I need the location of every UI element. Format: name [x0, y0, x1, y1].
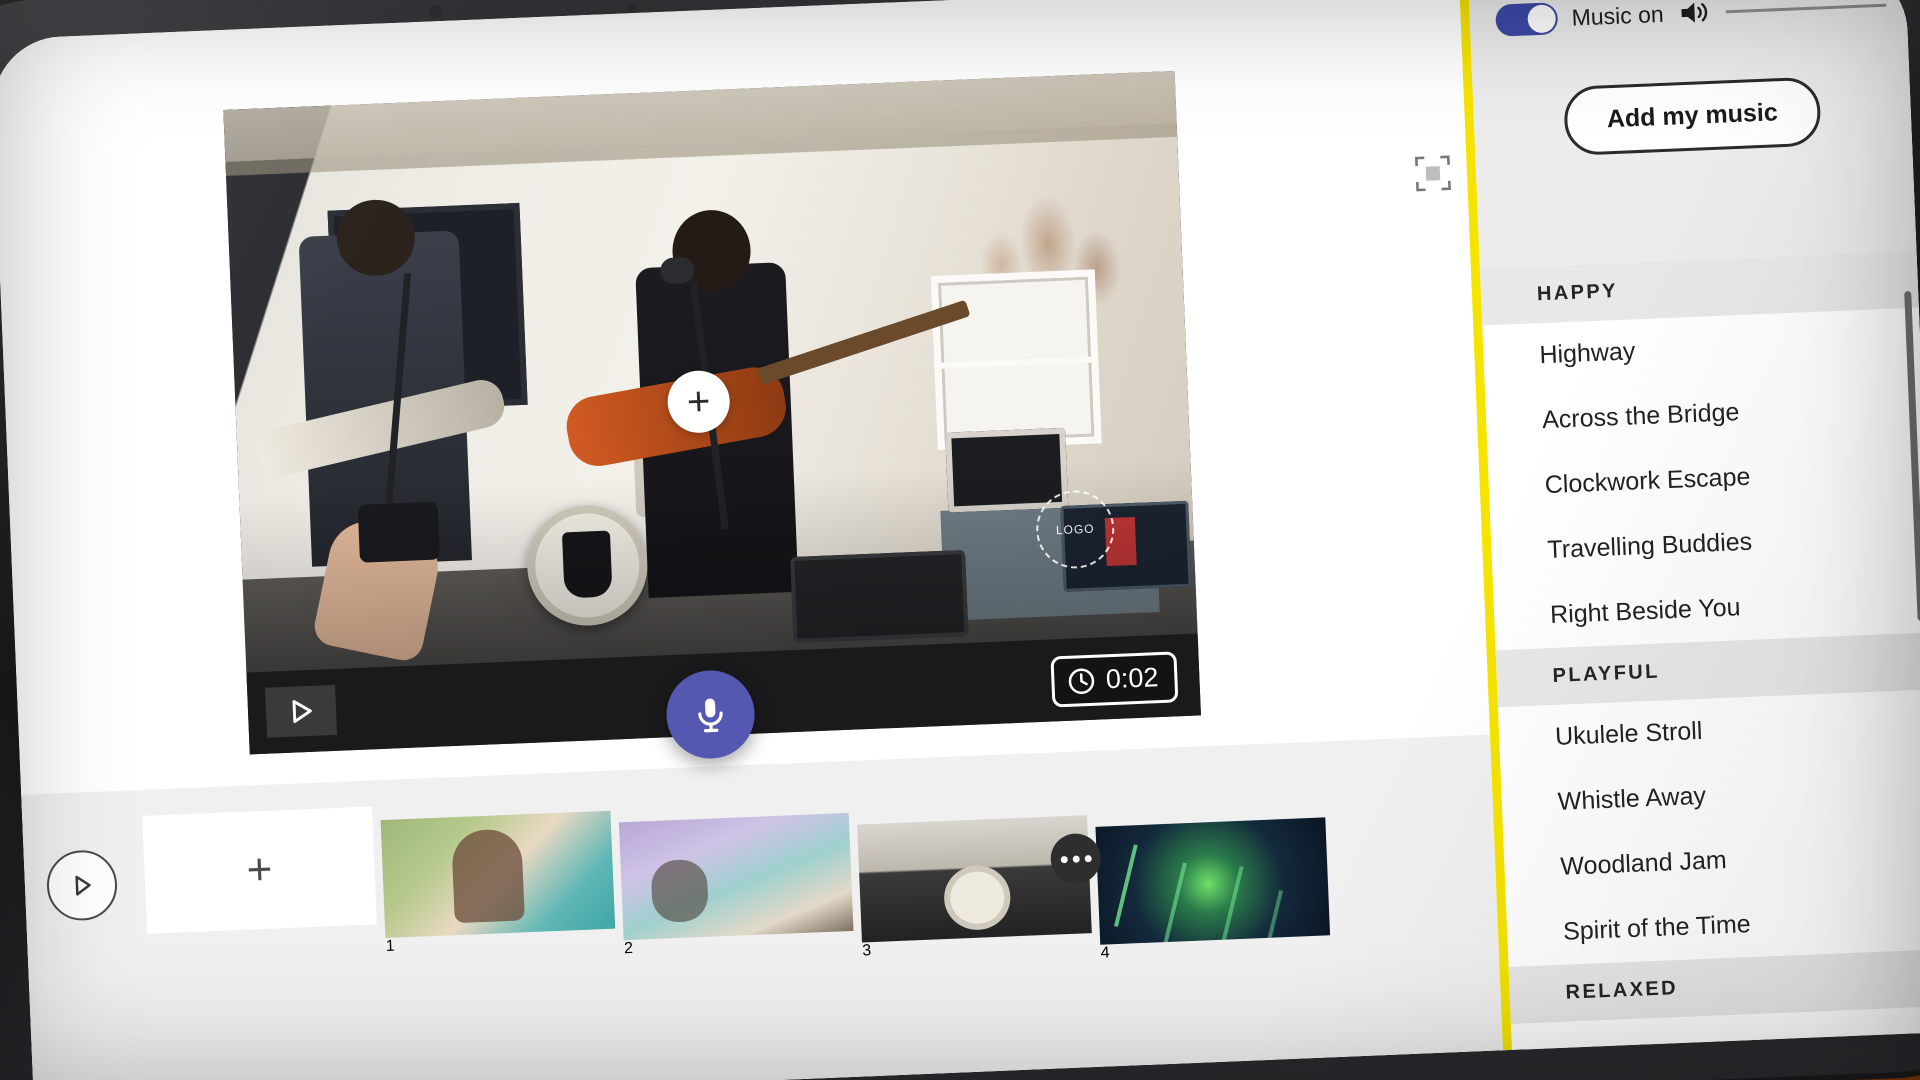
logo-placeholder-label: LOGO	[1055, 521, 1095, 538]
add-clip-tile[interactable]: +	[141, 780, 377, 934]
clip-item[interactable]: 4	[1095, 817, 1331, 962]
phone-mockup: + LOGO 0:02 + 1 2 3 4 Music on Add my mu…	[0, 0, 1920, 1080]
screenshot-root: + LOGO 0:02 + 1 2 3 4 Music on Add my mu…	[0, 0, 1920, 1080]
clip-thumbnail[interactable]	[380, 810, 616, 939]
clip-item[interactable]: 2	[618, 812, 854, 958]
play-icon	[292, 700, 312, 724]
clip-thumbnail[interactable]	[1095, 817, 1331, 945]
music-panel: Music on Add my music HAPPY Highway Acro…	[1459, 0, 1920, 1051]
add-media-label: +	[686, 379, 712, 425]
duration-badge: 0:02	[1050, 651, 1179, 708]
timeline-strip: + 1 2 3 4	[21, 734, 1503, 1080]
add-clip-button[interactable]: +	[142, 806, 377, 934]
video-preview[interactable]: + LOGO 0:02	[223, 70, 1201, 755]
phone-screen: + LOGO 0:02 + 1 2 3 4 Music on Add my mu…	[0, 0, 1920, 1080]
more-dot	[1084, 854, 1092, 862]
clip-thumbnail[interactable]	[857, 815, 1092, 943]
microphone-icon	[698, 698, 723, 733]
add-my-music-label: Add my music	[1606, 98, 1779, 134]
clip-list: + 1 2 3 4	[141, 741, 1339, 1002]
volume-slider[interactable]	[1725, 3, 1887, 13]
clock-icon	[1069, 668, 1095, 694]
clip-number: 2	[623, 939, 634, 958]
more-dot	[1060, 855, 1068, 863]
more-dot	[1072, 855, 1080, 863]
music-toggle-row: Music on	[1495, 0, 1887, 38]
music-panel-header: Music on Add my music	[1467, 0, 1917, 269]
play-icon	[75, 875, 91, 896]
music-on-toggle[interactable]	[1495, 2, 1559, 37]
add-my-music-button[interactable]: Add my music	[1562, 76, 1823, 156]
clip-number: 1	[385, 937, 396, 956]
duration-value: 0:02	[1105, 662, 1159, 695]
phone-body: + LOGO 0:02 + 1 2 3 4 Music on Add my mu…	[0, 0, 1920, 1080]
clip-number: 4	[1100, 944, 1110, 962]
editor-pane: + LOGO 0:02 + 1 2 3 4	[0, 0, 1503, 1080]
crop-icon[interactable]	[1414, 155, 1451, 192]
timeline-play-button[interactable]	[45, 849, 119, 922]
clip-item[interactable]: 1	[380, 810, 616, 956]
preview-play-button[interactable]	[265, 684, 338, 738]
clip-number: 3	[861, 942, 872, 960]
toggle-knob	[1527, 4, 1557, 34]
music-on-label: Music on	[1571, 0, 1665, 31]
add-clip-label: +	[245, 844, 274, 895]
speaker-icon[interactable]	[1677, 0, 1712, 30]
app-canvas: + LOGO 0:02 + 1 2 3 4 Music on Add my mu…	[0, 0, 1920, 1080]
clip-thumbnail[interactable]	[618, 812, 854, 941]
clip-item[interactable]: 3	[857, 815, 1102, 960]
music-track-list[interactable]: HAPPY Highway Across the Bridge Clockwor…	[1479, 250, 1920, 1050]
